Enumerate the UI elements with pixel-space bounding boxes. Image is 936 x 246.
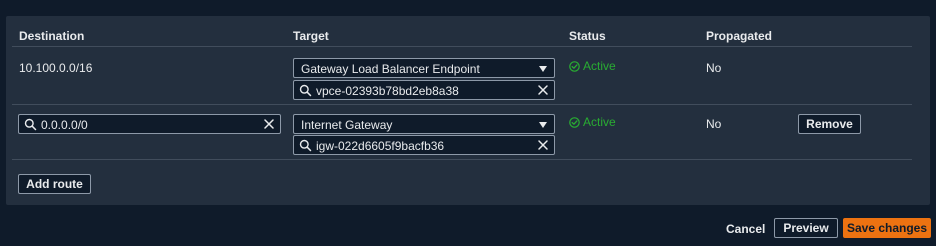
route-table-panel [6, 16, 930, 205]
preview-button[interactable]: Preview [774, 218, 838, 238]
save-changes-button[interactable]: Save changes [843, 218, 931, 238]
clear-icon[interactable] [537, 84, 549, 96]
row2-destination-value: 0.0.0.0/0 [41, 118, 88, 132]
caret-down-icon [539, 66, 547, 72]
search-icon [299, 84, 312, 97]
row-divider [12, 104, 912, 105]
header-destination: Destination [19, 29, 85, 43]
row1-target-id-value: vpce-02393b78bd2eb8a38 [316, 84, 459, 98]
row1-status: Active [569, 59, 616, 73]
header-status: Status [569, 29, 606, 43]
row2-status-text: Active [583, 115, 616, 129]
row1-target-type-select[interactable]: Gateway Load Balancer Endpoint [293, 58, 555, 78]
row1-target-type-value: Gateway Load Balancer Endpoint [301, 62, 480, 76]
top-strip [0, 0, 936, 16]
header-divider [12, 46, 912, 47]
row2-destination-input[interactable]: 0.0.0.0/0 [18, 114, 281, 134]
row2-target-id-input[interactable]: igw-022d6605f9bacfb36 [293, 135, 555, 155]
caret-down-icon [539, 122, 547, 128]
row-divider [12, 159, 912, 160]
header-propagated: Propagated [706, 29, 773, 43]
clear-icon[interactable] [537, 139, 549, 151]
row2-target-type-select[interactable]: Internet Gateway [293, 114, 555, 134]
cancel-button[interactable]: Cancel [726, 222, 765, 236]
search-icon [299, 139, 312, 152]
search-icon [24, 118, 37, 131]
remove-button[interactable]: Remove [798, 114, 861, 134]
row1-status-text: Active [583, 59, 616, 73]
row2-propagated: No [706, 117, 722, 131]
add-route-button[interactable]: Add route [18, 174, 91, 194]
clear-icon[interactable] [263, 118, 275, 130]
row2-status: Active [569, 115, 616, 129]
row1-propagated: No [706, 61, 722, 75]
header-target: Target [293, 29, 329, 43]
check-circle-icon [569, 116, 580, 128]
row1-target-id-input[interactable]: vpce-02393b78bd2eb8a38 [293, 80, 555, 100]
check-circle-icon [569, 60, 580, 72]
row2-target-type-value: Internet Gateway [301, 118, 393, 132]
row1-destination: 10.100.0.0/16 [19, 61, 93, 75]
row2-target-id-value: igw-022d6605f9bacfb36 [316, 139, 445, 153]
